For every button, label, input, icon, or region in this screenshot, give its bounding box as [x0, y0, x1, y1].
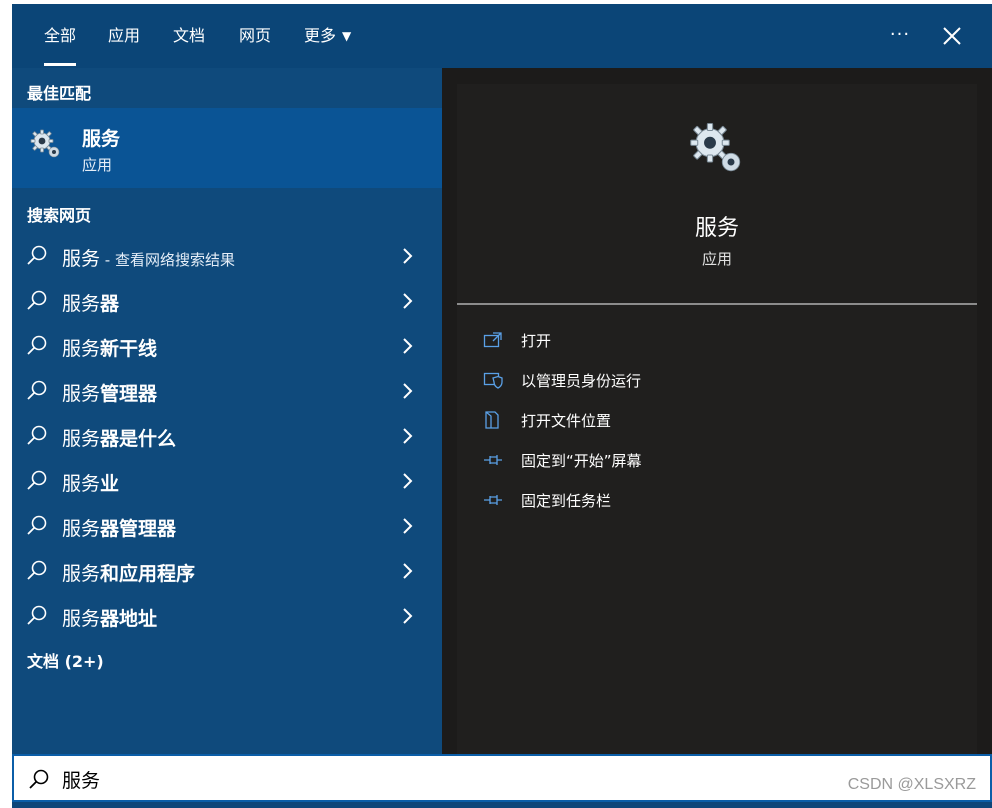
- tab-apps[interactable]: 应用: [108, 24, 140, 48]
- suggestion-text: 服务 - 查看网络搜索结果: [62, 244, 235, 271]
- watermark: CSDN @XLSXRZ: [847, 776, 976, 793]
- suggestion-text: 服务器管理器: [62, 514, 176, 541]
- suggestion-text: 服务器: [62, 289, 119, 316]
- search-icon: [29, 769, 49, 789]
- web-search-suggestion[interactable]: 服务业: [12, 459, 442, 504]
- documents-header[interactable]: 文档 (2+): [27, 648, 104, 672]
- pin-icon: [484, 495, 502, 505]
- suggestion-text: 服务和应用程序: [62, 559, 195, 586]
- search-icon: [27, 335, 47, 355]
- search-icon: [27, 605, 47, 625]
- chevron-right-icon: [403, 383, 413, 399]
- detail-title: 服务: [694, 216, 739, 241]
- web-search-suggestion[interactable]: 服务新干线: [12, 324, 442, 369]
- search-bar: [12, 754, 992, 802]
- suggestion-completion: 器是什么: [100, 428, 177, 450]
- web-search-suggestion[interactable]: 服务器: [12, 279, 442, 324]
- tab-documents-label: 文档: [173, 26, 206, 45]
- detail-subtitle: 应用: [701, 250, 732, 268]
- suggestion-completion: 管理器: [100, 383, 158, 405]
- search-icon: [27, 470, 47, 490]
- chevron-right-icon: [403, 428, 413, 444]
- chevron-right-icon: [403, 473, 413, 489]
- suggestion-base: 服务: [62, 608, 101, 630]
- best-match-title: 服务: [82, 128, 121, 150]
- chevron-right-icon: [403, 518, 413, 534]
- suggestion-text: 服务器是什么: [62, 424, 176, 451]
- suggestion-base: 服务: [62, 248, 101, 270]
- suggestion-completion: 业: [100, 473, 120, 495]
- divider: [457, 303, 977, 305]
- search-icon: [27, 515, 47, 535]
- detail-panel: 服务 应用 打开 以管理员身份运行 打开文件位置 固定到“开始”屏幕 固定到任务…: [442, 68, 992, 754]
- chevron-right-icon: [403, 293, 413, 309]
- chevron-right-icon: [403, 248, 413, 264]
- tab-all-label: 全部: [44, 26, 77, 45]
- suggestion-completion: 器地址: [100, 608, 158, 630]
- tab-more[interactable]: 更多 ▼: [304, 24, 351, 48]
- search-icon: [27, 425, 47, 445]
- gear-icon: [690, 122, 741, 172]
- best-match-subtitle: 应用: [82, 156, 113, 174]
- web-search-suggestion[interactable]: 服务器是什么: [12, 414, 442, 459]
- tab-more-label: 更多: [304, 26, 337, 45]
- close-icon: [943, 27, 961, 45]
- web-search-suggestion[interactable]: 服务和应用程序: [12, 549, 442, 594]
- suggestion-base: 服务: [62, 293, 101, 315]
- file-location-icon: [485, 411, 499, 429]
- action-open-label: 打开: [521, 332, 552, 350]
- shield-icon: [483, 372, 503, 389]
- action-pin-to-taskbar-label: 固定到任务栏: [521, 492, 612, 510]
- best-match-header: 最佳匹配: [27, 84, 92, 103]
- ellipsis-icon: ···: [889, 24, 911, 45]
- action-run-as-admin-label: 以管理员身份运行: [521, 372, 642, 390]
- suggestion-base: 服务: [62, 383, 101, 405]
- suggestion-completion: 新干线: [100, 338, 158, 360]
- suggestion-completion: 器管理器: [100, 518, 177, 540]
- chevron-right-icon: [403, 608, 413, 624]
- suggestion-completion: 和应用程序: [100, 563, 196, 585]
- tab-bar: 全部 应用 文档 网页 更多 ▼ ···: [12, 4, 992, 68]
- suggestion-text: 服务器地址: [62, 604, 157, 631]
- suggestion-base: 服务: [62, 563, 101, 585]
- tab-apps-label: 应用: [108, 26, 141, 45]
- suggestion-extra: - 查看网络搜索结果: [100, 251, 235, 269]
- tab-documents[interactable]: 文档: [173, 24, 205, 48]
- chevron-right-icon: [403, 338, 413, 354]
- search-input[interactable]: [60, 762, 824, 796]
- tab-web[interactable]: 网页: [239, 24, 271, 48]
- action-open-file-location-label: 打开文件位置: [521, 412, 612, 430]
- search-icon: [27, 560, 47, 580]
- web-search-suggestion[interactable]: 服务器管理器: [12, 504, 442, 549]
- suggestion-completion: 器: [100, 293, 120, 315]
- caret-down-icon: ▼: [342, 29, 352, 43]
- web-search-header: 搜索网页: [27, 206, 92, 225]
- close-button[interactable]: [938, 22, 966, 50]
- search-icon: [27, 290, 47, 310]
- open-icon: [483, 332, 502, 348]
- chevron-right-icon: [403, 563, 413, 579]
- web-search-suggestion[interactable]: 服务 - 查看网络搜索结果: [12, 234, 442, 279]
- web-search-suggestion[interactable]: 服务管理器: [12, 369, 442, 414]
- suggestion-base: 服务: [62, 428, 101, 450]
- results-panel: 最佳匹配 服务 应用 搜索网页 服务 - 查看网络搜索结果 服务器 服务新干线 …: [12, 68, 442, 754]
- search-icon: [27, 380, 47, 400]
- suggestion-text: 服务新干线: [62, 334, 157, 361]
- best-match-item[interactable]: 服务 应用: [12, 108, 442, 188]
- more-options-button[interactable]: ···: [886, 22, 914, 50]
- suggestion-text: 服务管理器: [62, 379, 157, 406]
- suggestion-base: 服务: [62, 473, 101, 495]
- gear-icon: [30, 129, 60, 158]
- pin-icon: [484, 455, 502, 465]
- suggestion-text: 服务业: [62, 469, 119, 496]
- suggestion-base: 服务: [62, 338, 101, 360]
- tab-web-label: 网页: [239, 26, 272, 45]
- web-search-suggestion[interactable]: 服务器地址: [12, 594, 442, 639]
- detail-card: 服务 应用 打开 以管理员身份运行 打开文件位置 固定到“开始”屏幕 固定到任务…: [457, 84, 977, 754]
- action-pin-to-start-label: 固定到“开始”屏幕: [521, 452, 642, 470]
- tab-all[interactable]: 全部: [44, 24, 77, 66]
- suggestion-base: 服务: [62, 518, 101, 540]
- search-icon: [27, 245, 47, 265]
- search-window: 全部 应用 文档 网页 更多 ▼ ··· 最佳匹配 服务 应用 搜索网页 服务 …: [12, 4, 992, 808]
